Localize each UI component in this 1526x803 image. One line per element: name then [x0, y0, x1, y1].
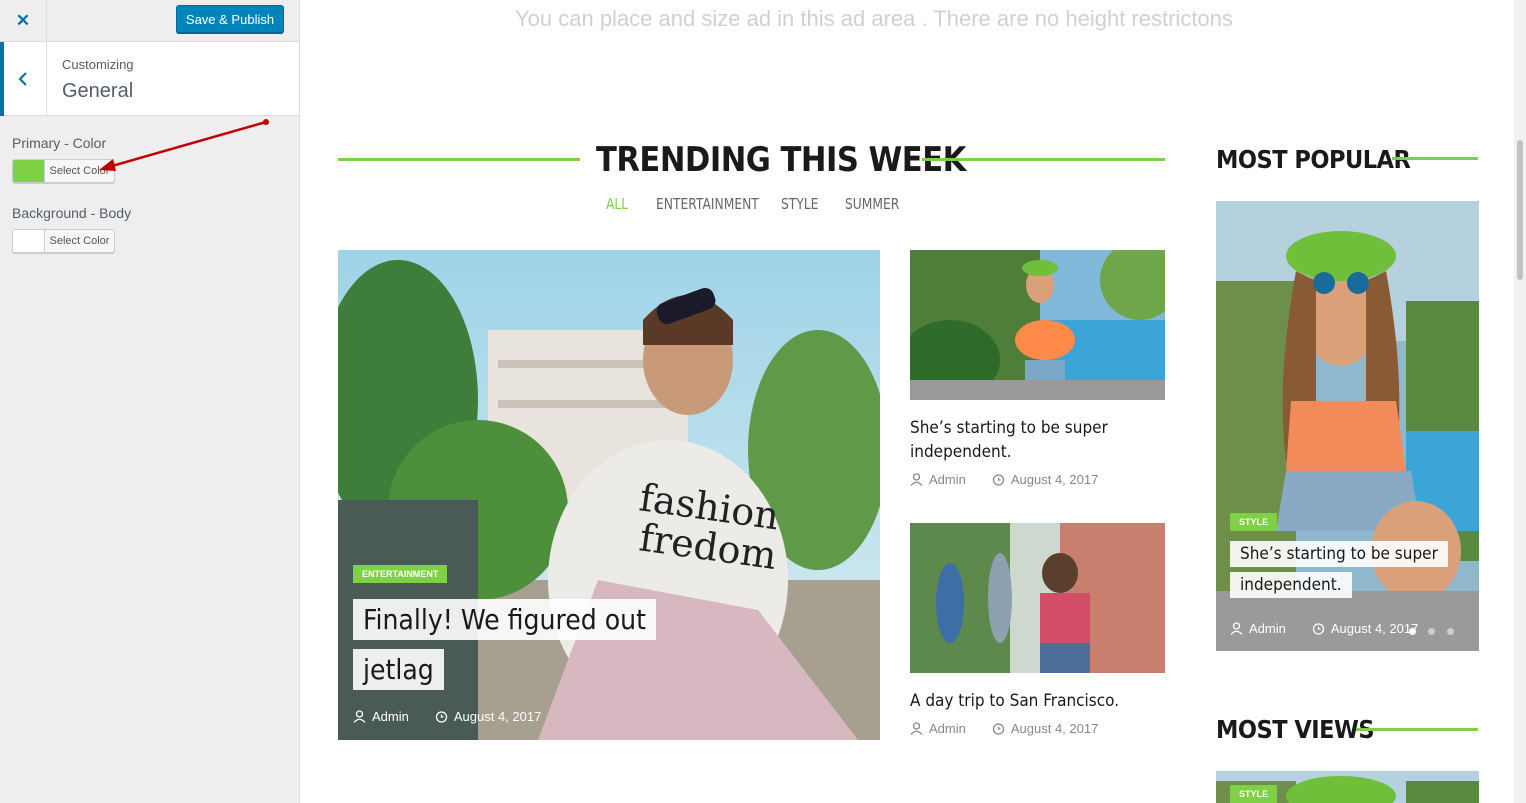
post-date: August 4, 2017	[1010, 721, 1099, 736]
color-swatch	[13, 230, 45, 252]
clock-icon	[992, 723, 1005, 735]
post-image	[910, 523, 1165, 673]
tab-summer[interactable]: SUMMER	[845, 195, 899, 213]
preview-scrollbar[interactable]	[1514, 0, 1526, 803]
scrollbar-thumb[interactable]	[1517, 140, 1523, 280]
tab-entertainment[interactable]: ENTERTAINMENT	[656, 195, 759, 213]
select-color-label: Select Color	[49, 235, 110, 247]
author-name[interactable]: Admin	[929, 721, 966, 736]
post-thumbnail[interactable]	[910, 523, 1165, 673]
slider-dot[interactable]	[1409, 628, 1416, 635]
user-icon	[1230, 622, 1243, 635]
title-divider	[922, 158, 1165, 161]
post-title[interactable]: A day trip to San Francisco.	[910, 689, 1165, 713]
featured-post-title-text: Finally! We figured out jetlag	[353, 599, 656, 690]
slider-dot[interactable]	[1447, 628, 1454, 635]
clock-icon	[435, 711, 448, 723]
user-icon	[353, 710, 366, 723]
most-popular-post-title-text: She’s starting to be super independent.	[1230, 541, 1448, 598]
post-date: August 4, 2017	[1010, 472, 1099, 487]
most-popular-slide[interactable]: STYLE She’s starting to be super indepen…	[1216, 201, 1479, 651]
author-name[interactable]: Admin	[1249, 621, 1286, 636]
title-divider	[338, 158, 580, 161]
post-image	[910, 250, 1165, 400]
title-divider	[1392, 157, 1478, 160]
post-date: August 4, 2017	[453, 709, 542, 724]
clock-icon	[992, 474, 1005, 486]
category-badge[interactable]: ENTERTAINMENT	[353, 565, 448, 583]
background-color-picker[interactable]: Select Color	[12, 229, 115, 253]
tab-all[interactable]: ALL	[606, 195, 628, 213]
post-meta: Admin August 4, 2017	[910, 472, 1098, 487]
category-badge[interactable]: STYLE	[1230, 785, 1278, 803]
most-views-slide[interactable]: STYLE	[1216, 771, 1479, 803]
title-divider	[1356, 728, 1478, 731]
most-views-title: MOST VIEWS	[1216, 715, 1375, 744]
slider-dots	[1409, 628, 1454, 635]
category-badge[interactable]: STYLE	[1230, 513, 1278, 531]
user-icon	[910, 473, 923, 486]
trending-title: TRENDING THIS WEEK	[596, 140, 966, 180]
tab-style[interactable]: STYLE	[781, 195, 818, 213]
site-preview: You can place and size ad in this ad are…	[300, 0, 1514, 803]
user-icon	[910, 722, 923, 735]
author-name[interactable]: Admin	[929, 472, 966, 487]
most-popular-title: MOST POPULAR	[1216, 145, 1411, 174]
post-meta: Admin August 4, 2017	[910, 721, 1098, 736]
post-date: August 4, 2017	[1330, 621, 1419, 636]
post-title[interactable]: She’s starting to be super independent.	[910, 416, 1165, 464]
background-body-label: Background - Body	[12, 205, 132, 221]
ad-area-text: You can place and size ad in this ad are…	[515, 6, 1233, 31]
slider-dot[interactable]	[1428, 628, 1435, 635]
featured-post-title[interactable]: Finally! We figured out jetlag	[353, 595, 683, 695]
post-meta: Admin August 4, 2017	[1230, 621, 1418, 636]
post-meta: Admin August 4, 2017	[353, 709, 541, 724]
annotation-arrow	[99, 119, 269, 171]
author-name[interactable]: Admin	[372, 709, 409, 724]
clock-icon	[1312, 623, 1325, 635]
most-popular-post-title[interactable]: She’s starting to be super independent.	[1230, 539, 1470, 601]
featured-post-card[interactable]: fashion fredom ENTERTAINMENT Finally! We…	[338, 250, 880, 740]
post-thumbnail[interactable]	[910, 250, 1165, 400]
